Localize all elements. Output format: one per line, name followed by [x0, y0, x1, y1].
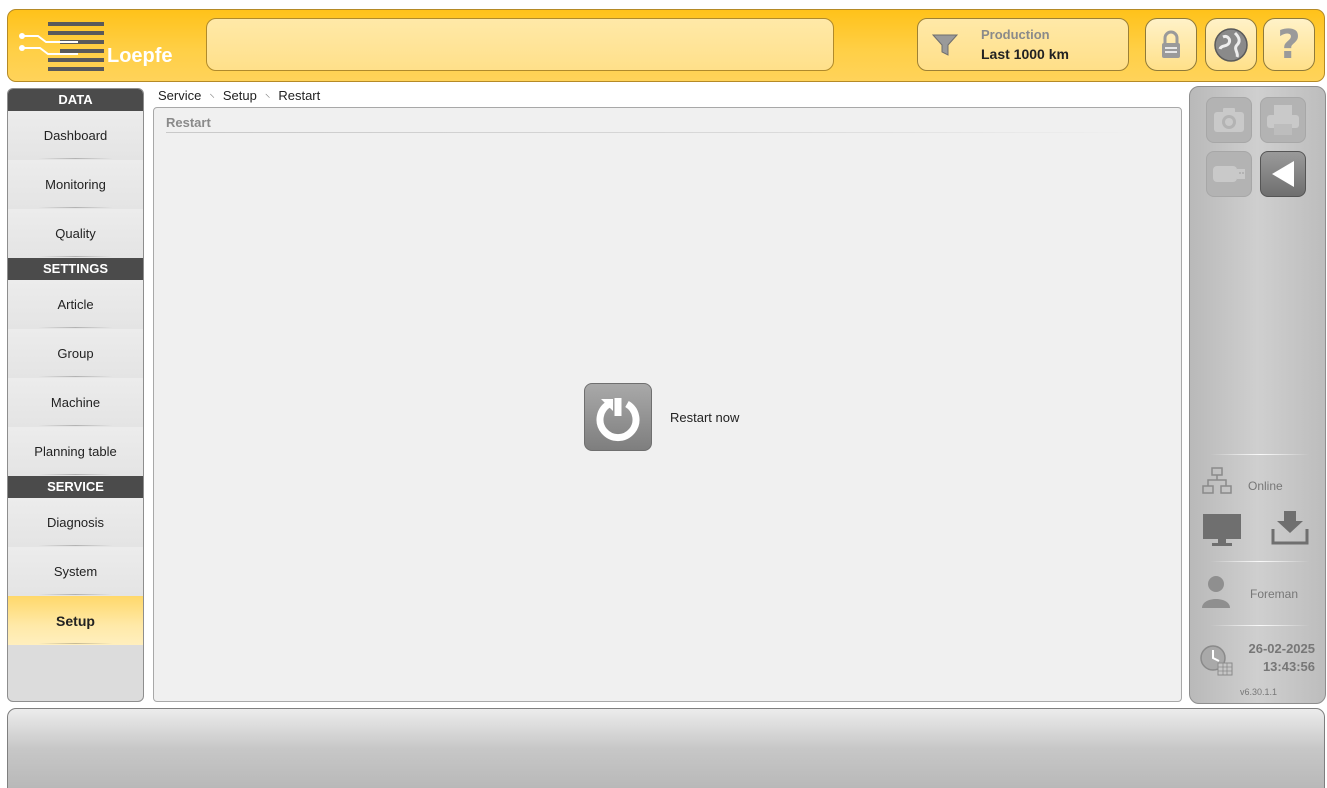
nav-item-monitoring[interactable]: Monitoring — [8, 160, 143, 209]
bottom-status-bar — [7, 708, 1325, 788]
lock-button[interactable] — [1145, 18, 1197, 71]
lock-icon — [1162, 30, 1180, 58]
funnel-icon — [932, 34, 958, 56]
time-label: 13:43:56 — [1262, 659, 1315, 674]
nav-section-service: SERVICE — [8, 476, 143, 498]
restart-now-label[interactable]: Restart now — [670, 410, 739, 425]
app-window: Loepfe Production Last 1000 km ? DATA Da… — [0, 0, 1327, 788]
nav-item-quality[interactable]: Quality — [8, 209, 143, 258]
logo-text: Loepfe — [107, 45, 173, 67]
back-arrow-icon — [1272, 161, 1294, 187]
left-navigation: DATA Dashboard Monitoring Quality SETTIN… — [7, 88, 144, 702]
nav-item-label: System — [53, 564, 98, 579]
panel-divider — [1210, 561, 1310, 562]
production-range: Last 1000 km — [981, 46, 1069, 62]
help-button[interactable]: ? — [1263, 18, 1315, 71]
nav-item-label: Monitoring — [45, 177, 106, 192]
breadcrumb-item-setup[interactable]: Setup — [223, 88, 257, 103]
clock-calendar-icon — [1200, 645, 1233, 676]
datetime-display: 26-02-2025 13:43:56 — [1249, 640, 1316, 676]
header-bar: Loepfe Production Last 1000 km ? — [7, 9, 1325, 82]
panel-divider — [1210, 454, 1310, 455]
nav-item-label: Setup — [56, 612, 95, 629]
right-tool-panel: Online Foreman 26-02-2025 13:43:56 v6.30… — [1189, 86, 1326, 704]
main-content-panel: Restart Restart now — [153, 107, 1182, 702]
question-mark-icon: ? — [1277, 21, 1301, 68]
nav-item-label: Dashboard — [43, 128, 108, 143]
header-message-field[interactable] — [206, 18, 834, 71]
restart-now-button[interactable] — [584, 383, 652, 451]
nav-item-label: Diagnosis — [46, 515, 105, 530]
network-icon — [1202, 467, 1232, 494]
download-icon[interactable] — [1270, 509, 1310, 545]
language-button[interactable] — [1205, 18, 1257, 71]
print-button[interactable] — [1260, 97, 1306, 143]
nav-section-data: DATA — [8, 89, 143, 111]
breadcrumb-separator: ⸜ — [264, 88, 271, 100]
breadcrumb-separator: ⸜ — [209, 88, 215, 100]
nav-item-label: Quality — [55, 226, 96, 241]
nav-item-system[interactable]: System — [8, 547, 143, 596]
restart-icon — [596, 398, 640, 442]
nav-item-article[interactable]: Article — [8, 280, 143, 329]
production-title: Production — [981, 27, 1050, 42]
nav-item-label: Machine — [50, 395, 101, 410]
nav-item-machine[interactable]: Machine — [8, 378, 143, 427]
user-role: Foreman — [1250, 587, 1299, 601]
production-filter-button[interactable]: Production Last 1000 km — [917, 18, 1129, 71]
version-label: v6.30.1.1 — [1239, 687, 1278, 697]
nav-item-dashboard[interactable]: Dashboard — [8, 111, 143, 160]
page-title: Restart — [166, 115, 211, 130]
nav-item-label: Planning table — [34, 444, 117, 459]
nav-section-settings: SETTINGS — [8, 258, 143, 280]
nav-item-diagnosis[interactable]: Diagnosis — [8, 498, 143, 547]
title-divider — [166, 132, 1141, 133]
usb-button[interactable] — [1206, 151, 1252, 197]
nav-item-group[interactable]: Group — [8, 329, 143, 378]
usb-stick-icon — [1213, 166, 1245, 182]
connection-status: Online — [1248, 479, 1283, 493]
breadcrumb: Service ⸜ Setup ⸜ Restart — [158, 88, 320, 103]
nav-item-label: Group — [57, 346, 94, 361]
nav-item-planning-table[interactable]: Planning table — [8, 427, 143, 476]
panel-divider — [1210, 625, 1310, 626]
breadcrumb-item-restart: Restart — [278, 88, 321, 103]
nav-item-setup[interactable]: Setup — [8, 596, 143, 645]
back-button[interactable] — [1260, 151, 1306, 197]
printer-icon — [1267, 105, 1299, 135]
camera-icon — [1214, 108, 1244, 132]
monitor-icon[interactable] — [1202, 513, 1242, 547]
screenshot-button[interactable] — [1206, 97, 1252, 143]
breadcrumb-item-service[interactable]: Service — [158, 88, 201, 103]
date-label: 26-02-2025 — [1248, 641, 1316, 656]
user-icon — [1202, 576, 1230, 608]
nav-item-label: Article — [57, 297, 94, 312]
globe-icon — [1214, 27, 1248, 62]
